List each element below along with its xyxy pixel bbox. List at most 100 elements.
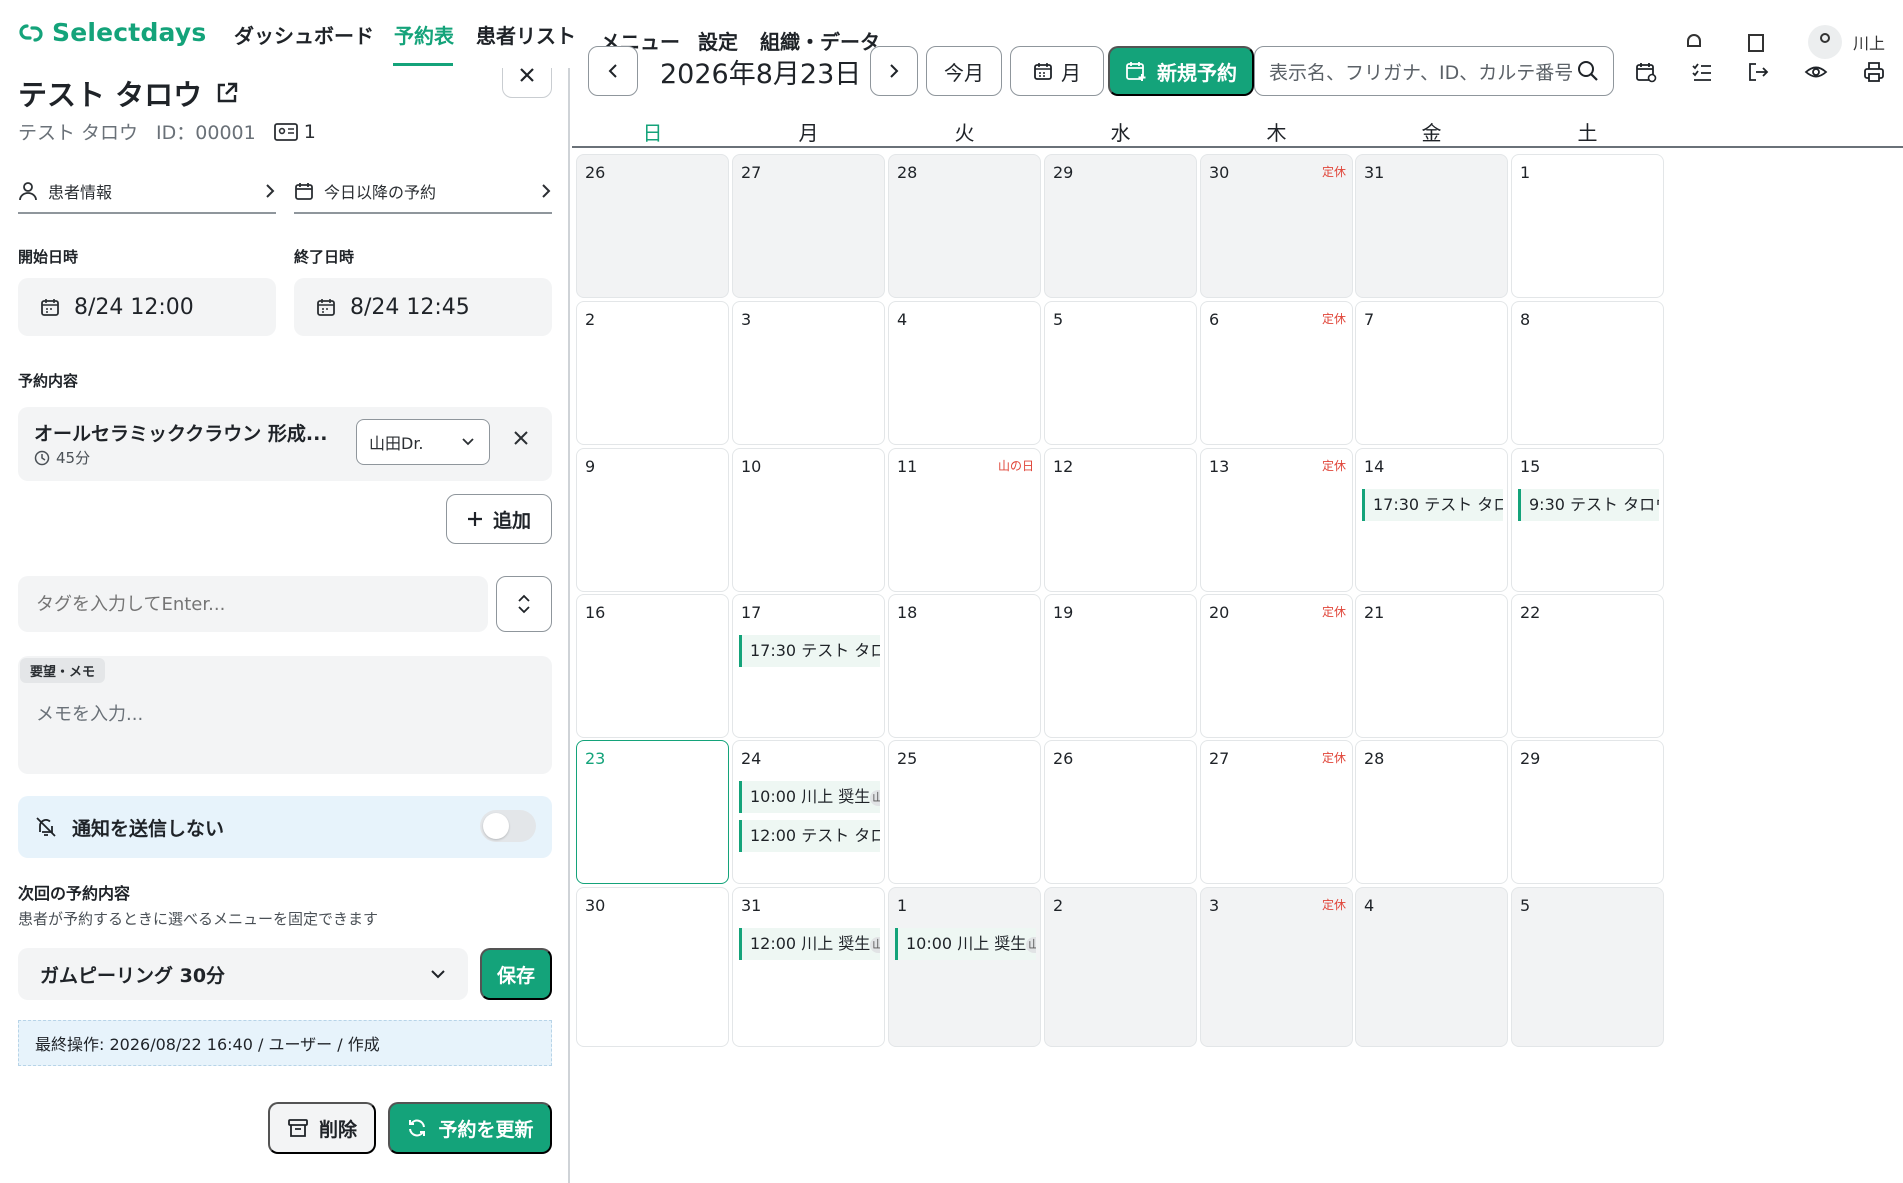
new-reservation-button[interactable]: 新規予約 bbox=[1108, 46, 1254, 96]
calendar-day[interactable]: 3 bbox=[732, 301, 885, 445]
delete-button[interactable]: 削除 bbox=[268, 1102, 376, 1154]
this-month-button[interactable]: 今月 bbox=[926, 46, 1002, 96]
print-icon[interactable] bbox=[1862, 60, 1886, 84]
tag-input[interactable] bbox=[18, 576, 488, 632]
calendar-day[interactable]: 5 bbox=[1511, 887, 1664, 1047]
calendar-day[interactable]: 24 10:00 川上 奨生山田 12:00 テスト タロウ様 bbox=[732, 740, 885, 884]
calendar-day[interactable]: 26 bbox=[1044, 740, 1197, 884]
calendar-day[interactable]: 20 定休 bbox=[1200, 594, 1353, 738]
calendar-day[interactable]: 18 bbox=[888, 594, 1041, 738]
add-menu-button[interactable]: 追加 bbox=[446, 494, 552, 544]
calendar-day[interactable]: 28 bbox=[1355, 740, 1508, 884]
calendar-day[interactable]: 22 bbox=[1511, 594, 1664, 738]
calendar-day[interactable]: 17 17:30 テスト タロウ様 bbox=[732, 594, 885, 738]
day-number: 14 bbox=[1364, 457, 1385, 476]
next-month-button[interactable] bbox=[870, 46, 918, 96]
remove-menu-icon[interactable] bbox=[512, 429, 530, 447]
patient-info-link[interactable]: 患者情報 bbox=[18, 170, 276, 214]
close-button[interactable] bbox=[502, 68, 552, 98]
calendar-day[interactable]: 30 定休 bbox=[1200, 154, 1353, 298]
calendar-day[interactable]: 3 定休 bbox=[1200, 887, 1353, 1047]
chevron-right-icon bbox=[542, 184, 551, 198]
day-number: 29 bbox=[1053, 163, 1074, 182]
memo-field[interactable]: 要望・メモ メモを入力... bbox=[18, 656, 552, 774]
chevron-down-icon bbox=[431, 970, 445, 979]
logout-icon[interactable] bbox=[1746, 60, 1770, 84]
day-number: 7 bbox=[1364, 310, 1375, 329]
user-icon bbox=[19, 182, 37, 201]
calendar-day[interactable]: 27 定休 bbox=[1200, 740, 1353, 884]
reservation-event[interactable]: 12:00 テスト タロウ様 bbox=[739, 820, 880, 852]
start-datetime-value: 8/24 12:00 bbox=[74, 294, 194, 320]
tag-sort-button[interactable] bbox=[496, 576, 552, 632]
calendar-day[interactable]: 13 定休 bbox=[1200, 448, 1353, 592]
nav-active-underline bbox=[393, 63, 453, 66]
calendar-day[interactable]: 10 bbox=[732, 448, 885, 592]
reservation-event[interactable]: 9:30 テスト タロウ様 bbox=[1518, 489, 1659, 521]
event-text: 9:30 テスト タロウ様 bbox=[1529, 495, 1659, 514]
calendar-day[interactable]: 1 bbox=[1511, 154, 1664, 298]
calendar-day[interactable]: 26 bbox=[576, 154, 729, 298]
patient-search-input[interactable]: 表示名、フリガナ、ID、カルテ番号 bbox=[1254, 46, 1614, 96]
calendar-day[interactable]: 28 bbox=[888, 154, 1041, 298]
external-link-icon[interactable] bbox=[214, 80, 240, 106]
calendar-day[interactable]: 25 bbox=[888, 740, 1041, 884]
reservation-event[interactable]: 10:00 川上 奨生山田 bbox=[895, 928, 1036, 960]
menu-name: オールセラミッククラウン 形成... bbox=[34, 423, 328, 445]
calendar-day[interactable]: 2 bbox=[1044, 887, 1197, 1047]
calendar-day[interactable]: 11 山の日 bbox=[888, 448, 1041, 592]
doctor-select[interactable]: 山田Dr. bbox=[356, 419, 490, 465]
update-reservation-button[interactable]: 予約を更新 bbox=[388, 1102, 552, 1154]
calendar-day[interactable]: 15 9:30 テスト タロウ様 bbox=[1511, 448, 1664, 592]
calendar-day-today[interactable]: 23 bbox=[576, 740, 729, 884]
nav-dashboard[interactable]: ダッシュボード bbox=[234, 20, 374, 49]
calendar-day[interactable]: 1 10:00 川上 奨生山田 bbox=[888, 887, 1041, 1047]
app-logo[interactable]: Selectdays bbox=[18, 18, 206, 47]
prev-month-button[interactable] bbox=[588, 46, 638, 96]
calendar-day[interactable]: 29 bbox=[1511, 740, 1664, 884]
calendar-day[interactable]: 4 bbox=[1355, 887, 1508, 1047]
view-mode-button[interactable]: 月 bbox=[1010, 46, 1104, 96]
calendar-day[interactable]: 8 bbox=[1511, 301, 1664, 445]
calendar-day[interactable]: 16 bbox=[576, 594, 729, 738]
calendar-day[interactable]: 29 bbox=[1044, 154, 1197, 298]
calendar-day[interactable]: 5 bbox=[1044, 301, 1197, 445]
eye-icon[interactable] bbox=[1804, 60, 1828, 84]
start-datetime-field[interactable]: 8/24 12:00 bbox=[18, 278, 276, 336]
nav-patient-list[interactable]: 患者リスト bbox=[476, 20, 576, 49]
calendar-day[interactable]: 7 bbox=[1355, 301, 1508, 445]
reservation-event[interactable]: 17:30 テスト タロウ様 bbox=[739, 635, 880, 667]
end-datetime-field[interactable]: 8/24 12:45 bbox=[294, 278, 552, 336]
chevron-up-down-icon bbox=[518, 594, 530, 614]
calendar-settings-icon[interactable] bbox=[1634, 60, 1658, 84]
reservation-event[interactable]: 12:00 川上 奨生山田 bbox=[739, 928, 880, 960]
reservation-event[interactable]: 17:30 テスト タロウ様 bbox=[1362, 489, 1503, 521]
notify-toggle[interactable] bbox=[480, 810, 536, 842]
patient-sub-info: テスト タロウ ID：00001 1 bbox=[18, 118, 316, 145]
next-menu-select[interactable]: ガムピーリング 30分 bbox=[18, 948, 468, 1000]
calendar-day[interactable]: 4 bbox=[888, 301, 1041, 445]
day-number: 22 bbox=[1520, 603, 1541, 622]
calendar-day[interactable]: 14 17:30 テスト タロウ様 bbox=[1355, 448, 1508, 592]
chevron-down-icon bbox=[462, 438, 474, 446]
calendar-day[interactable]: 6 定休 bbox=[1200, 301, 1353, 445]
calendar-day[interactable]: 31 bbox=[1355, 154, 1508, 298]
calendar-day[interactable]: 2 bbox=[576, 301, 729, 445]
calendar-day[interactable]: 31 12:00 川上 奨生山田 bbox=[732, 887, 885, 1047]
patient-name: テスト タロウ bbox=[18, 78, 203, 112]
content-label: 予約内容 bbox=[18, 372, 79, 390]
checklist-icon[interactable] bbox=[1690, 60, 1714, 84]
archive-icon bbox=[288, 1119, 308, 1137]
calendar-day[interactable]: 21 bbox=[1355, 594, 1508, 738]
memo-tag: 要望・メモ bbox=[20, 658, 106, 683]
future-reservations-link[interactable]: 今日以降の予約 bbox=[294, 170, 552, 214]
nav-reservations[interactable]: 予約表 bbox=[394, 20, 454, 49]
calendar-day[interactable]: 27 bbox=[732, 154, 885, 298]
calendar-day[interactable]: 19 bbox=[1044, 594, 1197, 738]
reservation-event[interactable]: 10:00 川上 奨生山田 bbox=[739, 781, 880, 813]
add-menu-label: 追加 bbox=[492, 510, 531, 532]
calendar-day[interactable]: 12 bbox=[1044, 448, 1197, 592]
calendar-day[interactable]: 9 bbox=[576, 448, 729, 592]
calendar-day[interactable]: 30 bbox=[576, 887, 729, 1047]
save-button[interactable]: 保存 bbox=[480, 948, 552, 1000]
